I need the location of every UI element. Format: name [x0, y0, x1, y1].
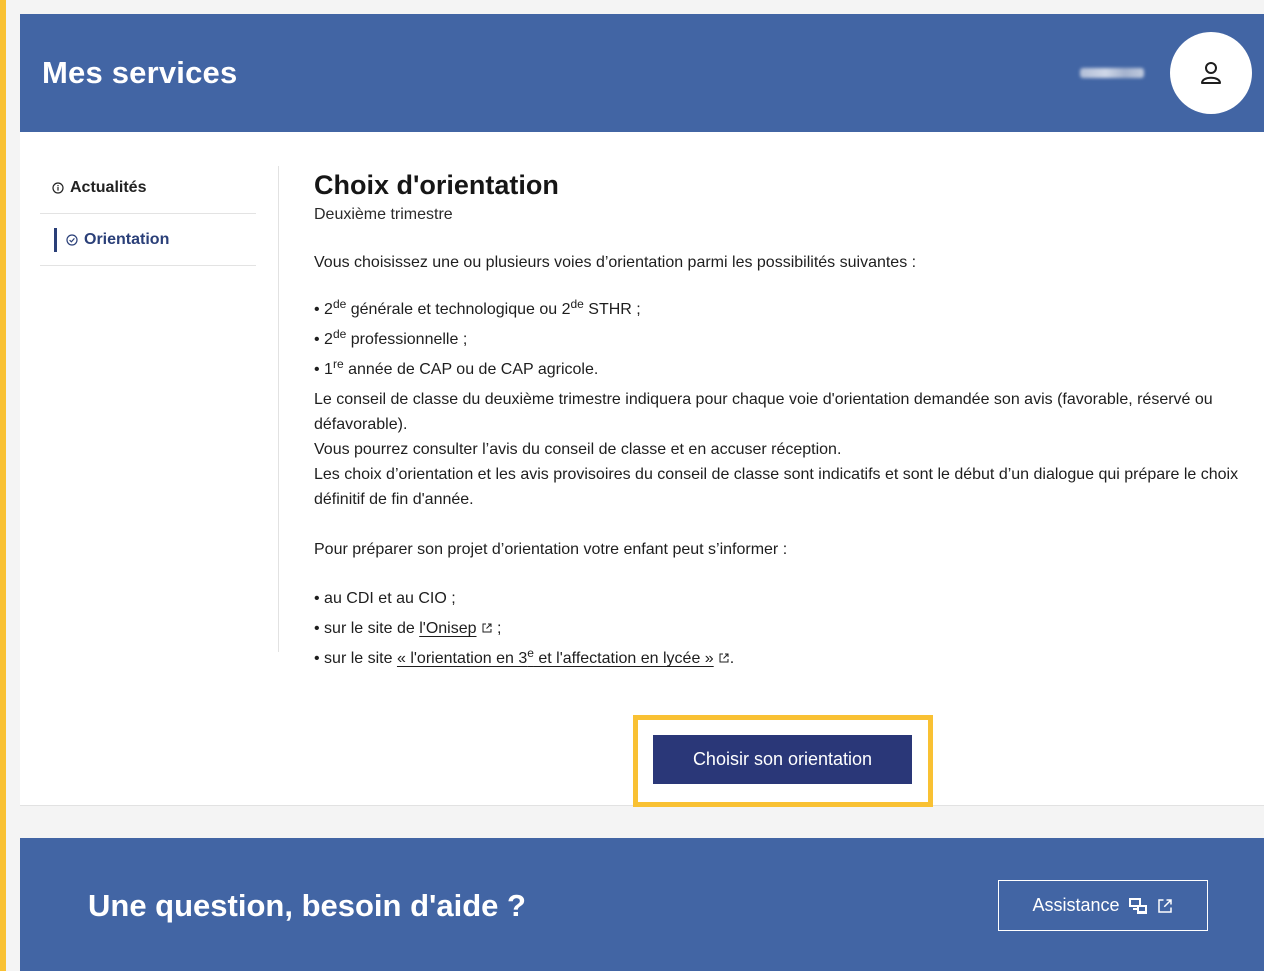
sidebar-item-label: Orientation [84, 230, 170, 248]
info-list: au CDI et au CIO ; sur le site de l'Onis… [314, 584, 1254, 674]
sidebar-item-label: Actualités [70, 178, 147, 196]
conseil-text-1: Le conseil de classe du deuxième trimest… [314, 391, 1213, 433]
external-link-icon [482, 623, 492, 633]
options-list: 2de générale et technologique ou 2de STH… [314, 295, 1254, 385]
sidebar-item-orientation[interactable]: Orientation [40, 214, 256, 266]
intro-text: Vous choisissez une ou plusieurs voies d… [314, 254, 917, 271]
prepare-text: Pour préparer son projet d’orientation v… [314, 541, 788, 558]
list-item: 2de professionnelle ; [314, 325, 1254, 355]
header-user-area [1080, 32, 1252, 114]
list-item: sur le site de l'Onisep ; [314, 614, 1254, 644]
orientation-affectation-link[interactable]: « l'orientation en 3e et l'affectation e… [397, 647, 714, 667]
conseil-text-3: Les choix d’orientation et les avis prov… [314, 466, 1239, 508]
page-subtitle: Deuxième trimestre [314, 206, 453, 223]
assistance-icon [1128, 897, 1147, 914]
help-footer: Une question, besoin d'aide ? Assistance [20, 838, 1264, 971]
orientation-content: Choix d'orientation Deuxième trimestre V… [314, 168, 1254, 674]
left-accent-bar [0, 0, 6, 971]
external-link-icon [719, 653, 729, 663]
external-link-icon [1157, 898, 1172, 913]
help-title: Une question, besoin d'aide ? [88, 888, 526, 923]
sidebar-item-actualites[interactable]: Actualités [40, 162, 256, 214]
page-header: Mes services [20, 14, 1264, 132]
sidebar: Actualités Orientation [40, 162, 256, 266]
check-circle-icon [66, 233, 78, 246]
onisep-link[interactable]: l'Onisep [419, 620, 492, 637]
assistance-label: Assistance [1032, 895, 1120, 915]
choose-orientation-button[interactable]: Choisir son orientation [653, 735, 912, 784]
user-icon [1201, 62, 1221, 84]
assistance-button[interactable]: Assistance [998, 880, 1208, 931]
conseil-text-2: Vous pourrez consulter l’avis du conseil… [314, 441, 842, 458]
sidebar-divider [278, 166, 279, 652]
page-title: Choix d'orientation [314, 170, 559, 200]
user-name-blurred [1080, 68, 1144, 78]
list-item: 1re année de CAP ou de CAP agricole. [314, 355, 1254, 385]
list-item: sur le site « l'orientation en 3e et l'a… [314, 644, 1254, 674]
list-item: au CDI et au CIO ; [314, 584, 1254, 614]
info-circle-icon [52, 181, 64, 194]
header-title: Mes services [42, 55, 238, 90]
main-panel: Actualités Orientation Choix d'orientati… [20, 132, 1264, 807]
user-menu-button[interactable] [1170, 32, 1252, 114]
list-item: 2de générale et technologique ou 2de STH… [314, 295, 1254, 325]
